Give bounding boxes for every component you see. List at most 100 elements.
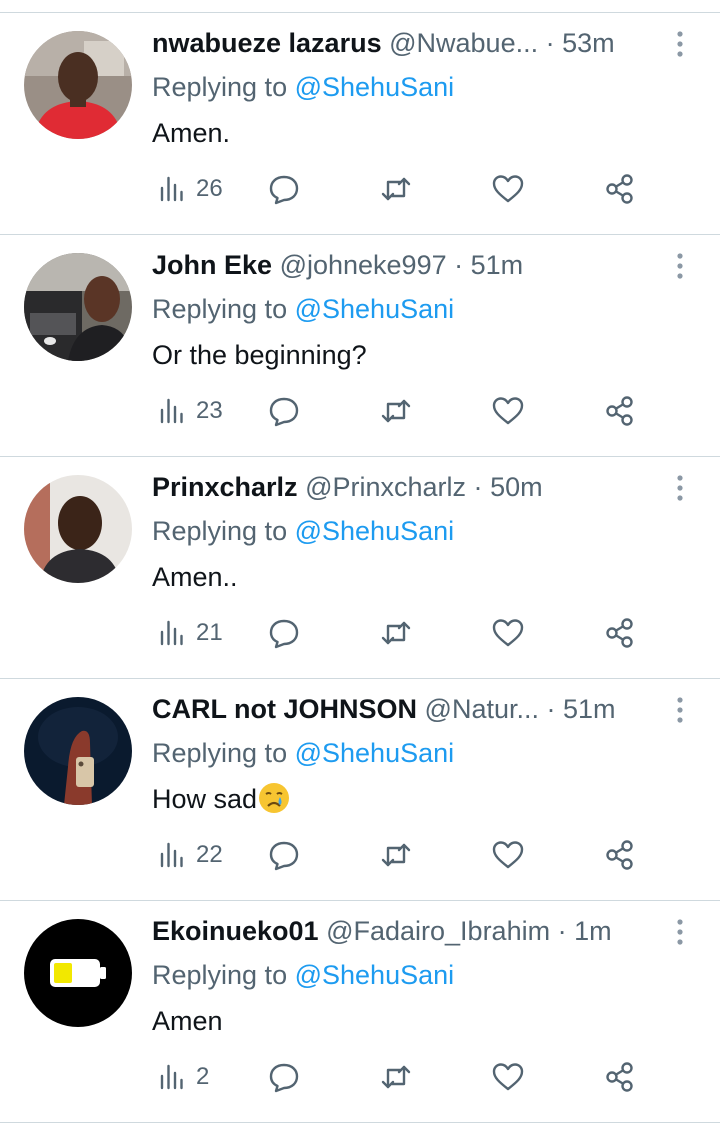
display-name[interactable]: nwabueze lazarus xyxy=(152,28,382,58)
tweet-text: Amen xyxy=(152,1006,223,1036)
reply-tweet[interactable]: Ekoinueko01 @Fadairo_Ibrahim · 1m Replyi… xyxy=(0,901,720,1123)
mention-link[interactable]: @ShehuSani xyxy=(295,738,455,768)
mention-link[interactable]: @ShehuSani xyxy=(295,294,455,324)
retweet-button[interactable] xyxy=(379,615,413,651)
mention-link[interactable]: @ShehuSani xyxy=(295,72,455,102)
tweet-header: Ekoinueko01 @Fadairo_Ibrahim · 1m xyxy=(152,911,662,951)
views-icon xyxy=(160,176,183,202)
separator-dot: · xyxy=(545,28,555,58)
retweet-icon xyxy=(381,843,411,867)
retweet-button[interactable] xyxy=(379,1059,413,1095)
reply-button[interactable] xyxy=(267,837,301,873)
reply-button[interactable] xyxy=(267,1059,301,1095)
retweet-icon xyxy=(381,177,411,201)
user-handle[interactable]: @Fadairo_Ibrahim xyxy=(326,916,550,946)
more-options-icon[interactable] xyxy=(668,249,692,283)
retweet-button[interactable] xyxy=(379,837,413,873)
tweet-header: nwabueze lazarus @Nwabue... · 53m xyxy=(152,23,662,63)
mention-link[interactable]: @ShehuSani xyxy=(295,516,455,546)
retweet-button[interactable] xyxy=(379,171,413,207)
user-handle[interactable]: @Prinxcharlz xyxy=(305,472,466,502)
timestamp[interactable]: 50m xyxy=(490,472,543,502)
reply-button[interactable] xyxy=(267,615,301,651)
reply-tweet[interactable]: Prinxcharlz @Prinxcharlz · 50m Replying … xyxy=(0,457,720,679)
more-options-icon[interactable] xyxy=(668,27,692,61)
retweet-button[interactable] xyxy=(379,393,413,429)
action-bar: 23 xyxy=(152,387,652,435)
share-icon xyxy=(606,618,633,648)
replying-to-label: Replying to xyxy=(152,72,288,102)
replying-to: Replying to @ShehuSani xyxy=(152,291,454,327)
reply-button[interactable] xyxy=(267,171,301,207)
tweet-text: Or the beginning? xyxy=(152,340,367,370)
more-options-icon[interactable] xyxy=(668,471,692,505)
like-button[interactable] xyxy=(491,393,525,429)
avatar[interactable] xyxy=(24,919,132,1027)
tweet-text: Amen. xyxy=(152,118,231,148)
like-button[interactable] xyxy=(491,615,525,651)
display-name[interactable]: Ekoinueko01 xyxy=(152,916,319,946)
share-button[interactable] xyxy=(603,393,637,429)
reply-icon xyxy=(269,397,299,427)
replying-to-label: Replying to xyxy=(152,516,288,546)
avatar[interactable] xyxy=(24,475,132,583)
like-icon xyxy=(492,841,524,869)
avatar[interactable] xyxy=(24,31,132,139)
views-count: 2 xyxy=(196,1063,210,1090)
retweet-icon xyxy=(381,399,411,423)
like-button[interactable] xyxy=(491,837,525,873)
reply-tweet[interactable]: CARL not JOHNSON @Natur... · 51m Replyin… xyxy=(0,679,720,901)
timestamp[interactable]: 53m xyxy=(562,28,615,58)
display-name[interactable]: Prinxcharlz xyxy=(152,472,298,502)
share-icon xyxy=(606,396,633,426)
display-name[interactable]: John Eke xyxy=(152,250,272,280)
display-name[interactable]: CARL not JOHNSON xyxy=(152,694,417,724)
replying-to: Replying to @ShehuSani xyxy=(152,735,454,771)
mention-link[interactable]: @ShehuSani xyxy=(295,960,455,990)
views-count: 23 xyxy=(196,397,223,424)
like-button[interactable] xyxy=(491,171,525,207)
tweet-header: Prinxcharlz @Prinxcharlz · 50m xyxy=(152,467,662,507)
action-bar: 2 xyxy=(152,1053,652,1101)
reply-button[interactable] xyxy=(267,393,301,429)
replying-to: Replying to @ShehuSani xyxy=(152,957,454,993)
views-icon xyxy=(160,620,183,646)
more-options-icon[interactable] xyxy=(668,693,692,727)
tweet-header: CARL not JOHNSON @Natur... · 51m xyxy=(152,689,662,729)
tweet-text: Amen.. xyxy=(152,562,238,592)
timestamp[interactable]: 51m xyxy=(563,694,616,724)
action-bar: 26 xyxy=(152,165,652,213)
views-button[interactable]: 21 xyxy=(156,615,223,651)
views-button[interactable]: 22 xyxy=(156,837,223,873)
like-button[interactable] xyxy=(491,1059,525,1095)
user-handle[interactable]: @Nwabue... xyxy=(389,28,538,58)
share-icon xyxy=(606,1062,633,1092)
share-button[interactable] xyxy=(603,171,637,207)
replies-feed: nwabueze lazarus @Nwabue... · 53m Replyi… xyxy=(0,0,720,1123)
separator-dot: · xyxy=(557,916,567,946)
user-handle[interactable]: @johneke997 xyxy=(280,250,447,280)
timestamp[interactable]: 51m xyxy=(471,250,524,280)
user-handle[interactable]: @Natur... xyxy=(425,694,539,724)
share-button[interactable] xyxy=(603,615,637,651)
views-icon xyxy=(160,1064,183,1090)
views-button[interactable]: 23 xyxy=(156,393,223,429)
avatar[interactable] xyxy=(24,253,132,361)
retweet-icon xyxy=(381,1065,411,1089)
crying-face-emoji xyxy=(258,782,290,823)
reply-tweet[interactable]: nwabueze lazarus @Nwabue... · 53m Replyi… xyxy=(0,13,720,235)
timestamp[interactable]: 1m xyxy=(574,916,612,946)
separator-dot: · xyxy=(473,472,483,502)
reply-icon xyxy=(269,1063,299,1093)
avatar[interactable] xyxy=(24,697,132,805)
replying-to-label: Replying to xyxy=(152,738,288,768)
share-button[interactable] xyxy=(603,837,637,873)
action-bar: 22 xyxy=(152,831,652,879)
more-options-icon[interactable] xyxy=(668,915,692,949)
views-button[interactable]: 2 xyxy=(156,1059,209,1095)
reply-tweet[interactable]: John Eke @johneke997 · 51m Replying to @… xyxy=(0,235,720,457)
views-count: 22 xyxy=(196,841,223,868)
share-button[interactable] xyxy=(603,1059,637,1095)
share-icon xyxy=(606,840,633,870)
views-button[interactable]: 26 xyxy=(156,171,223,207)
